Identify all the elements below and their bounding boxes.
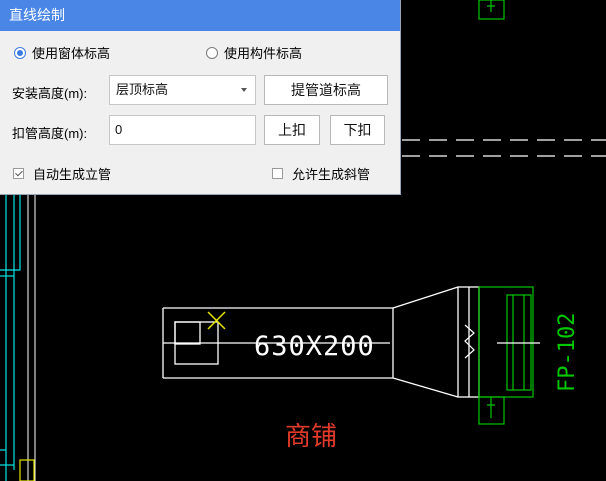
green-symbol-top bbox=[478, 0, 505, 20]
offset-height-input[interactable]: 0 bbox=[109, 115, 256, 145]
duct-size-label: 630X200 bbox=[254, 331, 375, 362]
pipe-elevation-button[interactable]: 提管道标高 bbox=[264, 75, 388, 105]
empty-checkbox-icon bbox=[272, 168, 283, 179]
equipment-label: FP-102 bbox=[555, 313, 580, 392]
install-height-select[interactable]: 层顶标高 bbox=[109, 75, 256, 105]
cyan-wall-lines bbox=[0, 195, 21, 481]
radio-label: 使用构件标高 bbox=[224, 46, 303, 61]
yellow-wall-stub bbox=[19, 459, 35, 481]
equipment-fp-102[interactable] bbox=[478, 286, 540, 425]
radio-use-form-elevation[interactable]: 使用窗体标高 bbox=[14, 43, 110, 62]
allow-slope-checkbox[interactable]: 允许生成斜管 bbox=[272, 164, 370, 183]
white-wall-lines bbox=[27, 195, 36, 481]
install-height-value: 层顶标高 bbox=[116, 82, 169, 97]
auto-riser-label: 自动生成立管 bbox=[33, 167, 112, 182]
auto-riser-checkbox[interactable]: 自动生成立管 bbox=[13, 164, 111, 183]
offset-up-button[interactable]: 上扣 bbox=[264, 115, 320, 145]
room-label: 商铺 bbox=[285, 422, 337, 452]
radio-use-component-elevation[interactable]: 使用构件标高 bbox=[206, 43, 302, 62]
offset-down-button[interactable]: 下扣 bbox=[330, 115, 385, 145]
dashed-axis-line bbox=[402, 139, 606, 157]
chevron-down-icon bbox=[241, 88, 247, 92]
install-height-label: 安装高度(m): bbox=[12, 86, 88, 101]
radio-label: 使用窗体标高 bbox=[32, 46, 111, 61]
dialog-title: 直线绘制 bbox=[0, 0, 400, 31]
insertion-cursor-x bbox=[207, 311, 226, 330]
radio-unselected-icon bbox=[206, 46, 218, 59]
radio-selected-icon bbox=[14, 46, 26, 59]
offset-height-value: 0 bbox=[115, 122, 123, 137]
offset-height-label: 扣管高度(m): bbox=[12, 126, 88, 141]
line-draw-dialog: 直线绘制 使用窗体标高 使用构件标高 安装高度(m): 层顶标高 提管道标高 扣… bbox=[0, 0, 401, 195]
allow-slope-label: 允许生成斜管 bbox=[292, 167, 371, 182]
checkmark-icon bbox=[13, 168, 24, 179]
